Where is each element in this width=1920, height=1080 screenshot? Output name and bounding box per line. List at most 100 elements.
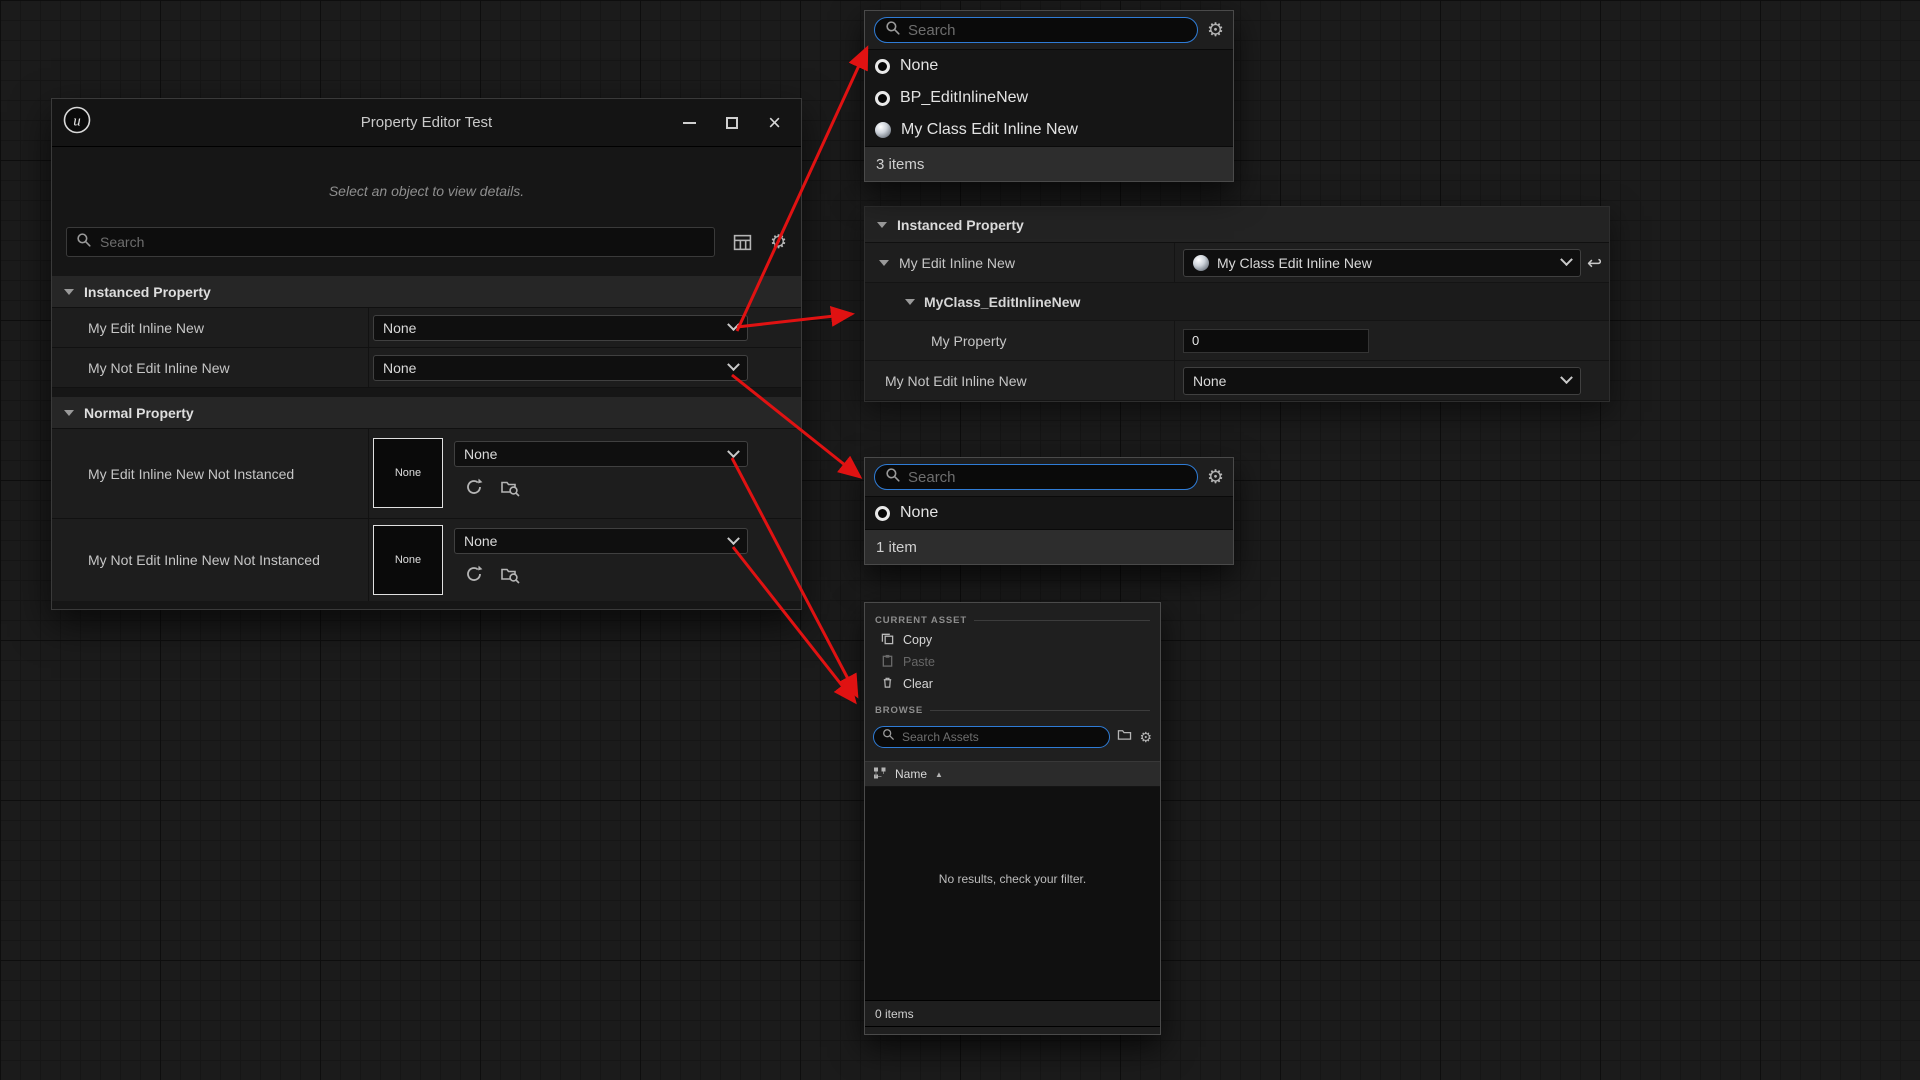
asset-combobox[interactable]: None (454, 528, 748, 554)
search-icon (76, 232, 92, 253)
item-count: 0 items (875, 1007, 914, 1021)
class-combobox[interactable]: None (373, 315, 748, 341)
class-sphere-icon (1193, 255, 1209, 271)
item-count-footer: 3 items (865, 146, 1233, 181)
section-divider (930, 710, 1150, 711)
property-label: My Edit Inline New Not Instanced (88, 466, 294, 482)
item-count-footer: 0 items (865, 1001, 1160, 1027)
class-option-label: My Class Edit Inline New (901, 121, 1078, 139)
settings-gear-icon[interactable]: ⚙ (1207, 468, 1224, 487)
asset-combobox[interactable]: None (454, 441, 748, 467)
expander-triangle-icon (877, 222, 887, 228)
column-label: Name (895, 767, 927, 781)
class-sphere-icon (875, 122, 891, 138)
search-input-box[interactable] (874, 464, 1198, 490)
property-label: My Edit Inline New (88, 320, 204, 336)
current-asset-section: CURRENT ASSET (865, 611, 1160, 629)
property-label: My Edit Inline New (899, 255, 1015, 271)
clear-icon (881, 676, 894, 692)
class-option-bp-editinlinenew[interactable]: BP_EditInlineNew (865, 82, 1233, 114)
settings-gear-icon[interactable]: ⚙ (1139, 730, 1152, 744)
reset-to-default-icon[interactable]: ↩ (1587, 254, 1602, 272)
paste-menu-item: Paste (865, 651, 1160, 673)
class-option-label: None (900, 57, 938, 75)
search-input-box[interactable] (873, 726, 1110, 748)
category-instanced-property[interactable]: Instanced Property (865, 207, 1609, 243)
close-icon[interactable]: × (768, 112, 781, 134)
class-option-none[interactable]: None (865, 50, 1233, 82)
asset-results-list: No results, check your filter. (865, 787, 1160, 1001)
details-search-row: ⚙ (66, 227, 787, 257)
settings-gear-icon[interactable]: ⚙ (1207, 21, 1224, 40)
property-label: My Not Edit Inline New (88, 360, 230, 376)
menu-item-label: Paste (903, 655, 935, 669)
search-input-box[interactable] (874, 17, 1198, 43)
expanded-details-panel: Instanced Property My Edit Inline New My… (864, 206, 1610, 402)
property-row-not-edit-inline-not-instanced: My Not Edit Inline New Not Instanced Non… (52, 519, 801, 601)
expander-triangle-icon (64, 410, 74, 416)
copy-icon (881, 632, 894, 648)
class-option-none[interactable]: None (865, 497, 1233, 529)
browse-to-asset-icon[interactable] (500, 477, 520, 502)
menu-item-label: Clear (903, 677, 933, 691)
paste-icon (881, 654, 894, 670)
titlebar[interactable]: u Property Editor Test × (52, 99, 801, 147)
name-column-header[interactable]: Name ▲ (865, 761, 1160, 787)
class-picker-dropdown-small: ⚙ None 1 item (864, 457, 1234, 565)
asset-search-input[interactable] (902, 730, 1101, 744)
category-label: Instanced Property (897, 217, 1024, 233)
class-combobox[interactable]: None (1183, 367, 1581, 395)
property-row-my-edit-inline-new: My Edit Inline New None (52, 308, 801, 348)
asset-thumbnail[interactable]: None (373, 525, 443, 595)
item-count-footer: 1 item (865, 529, 1233, 564)
chevron-down-icon (1560, 371, 1573, 384)
expander-triangle-icon (905, 299, 915, 305)
search-input[interactable] (100, 234, 705, 250)
search-icon (882, 728, 895, 746)
combobox-value: None (464, 533, 729, 549)
class-option-my-class-edit-inline-new[interactable]: My Class Edit Inline New (865, 114, 1233, 146)
column-view-icon[interactable] (733, 233, 752, 252)
property-editor-window: u Property Editor Test × Select an objec… (51, 98, 802, 610)
empty-results-message: No results, check your filter. (939, 872, 1086, 886)
class-option-label: BP_EditInlineNew (900, 89, 1028, 107)
class-combobox[interactable]: None (373, 355, 748, 381)
chevron-down-icon (727, 358, 740, 371)
settings-gear-icon[interactable]: ⚙ (770, 233, 787, 252)
svg-text:u: u (73, 114, 81, 130)
chevron-down-icon (727, 445, 740, 458)
class-combobox[interactable]: My Class Edit Inline New (1183, 249, 1581, 277)
search-icon (885, 20, 901, 41)
search-input[interactable] (908, 22, 1187, 39)
my-property-value-field[interactable] (1183, 329, 1369, 353)
class-circle-icon (875, 59, 890, 74)
use-selected-icon[interactable] (464, 564, 484, 589)
minimize-icon[interactable] (683, 122, 696, 124)
use-selected-icon[interactable] (464, 477, 484, 502)
menu-item-label: Copy (903, 633, 932, 647)
maximize-icon[interactable] (726, 117, 738, 129)
search-input-box[interactable] (66, 227, 715, 257)
category-instanced-property[interactable]: Instanced Property (52, 276, 801, 308)
asset-thumbnail[interactable]: None (373, 438, 443, 508)
subobject-header[interactable]: MyClass_EditInlineNew (865, 283, 1609, 321)
browse-to-asset-icon[interactable] (500, 564, 520, 589)
item-count: 3 items (876, 156, 924, 173)
combobox-value: None (1193, 373, 1554, 389)
class-circle-icon (875, 506, 890, 521)
search-input[interactable] (908, 469, 1187, 486)
clear-menu-item[interactable]: Clear (865, 673, 1160, 695)
property-label: My Not Edit Inline New Not Instanced (88, 552, 320, 568)
class-picker-dropdown: ⚙ None BP_EditInlineNew My Class Edit In… (864, 10, 1234, 182)
class-list: None BP_EditInlineNew My Class Edit Inli… (865, 49, 1233, 146)
thumbnail-label: None (395, 554, 421, 566)
copy-menu-item[interactable]: Copy (865, 629, 1160, 651)
folder-icon[interactable] (1117, 728, 1132, 746)
item-count: 1 item (876, 539, 917, 556)
list-view-icon (873, 766, 887, 783)
expander-triangle-icon (64, 289, 74, 295)
category-normal-property[interactable]: Normal Property (52, 397, 801, 429)
property-row-my-not-edit-inline-new: My Not Edit Inline New None (52, 348, 801, 388)
unreal-logo-icon: u (62, 105, 92, 140)
chevron-down-icon (1560, 253, 1573, 266)
